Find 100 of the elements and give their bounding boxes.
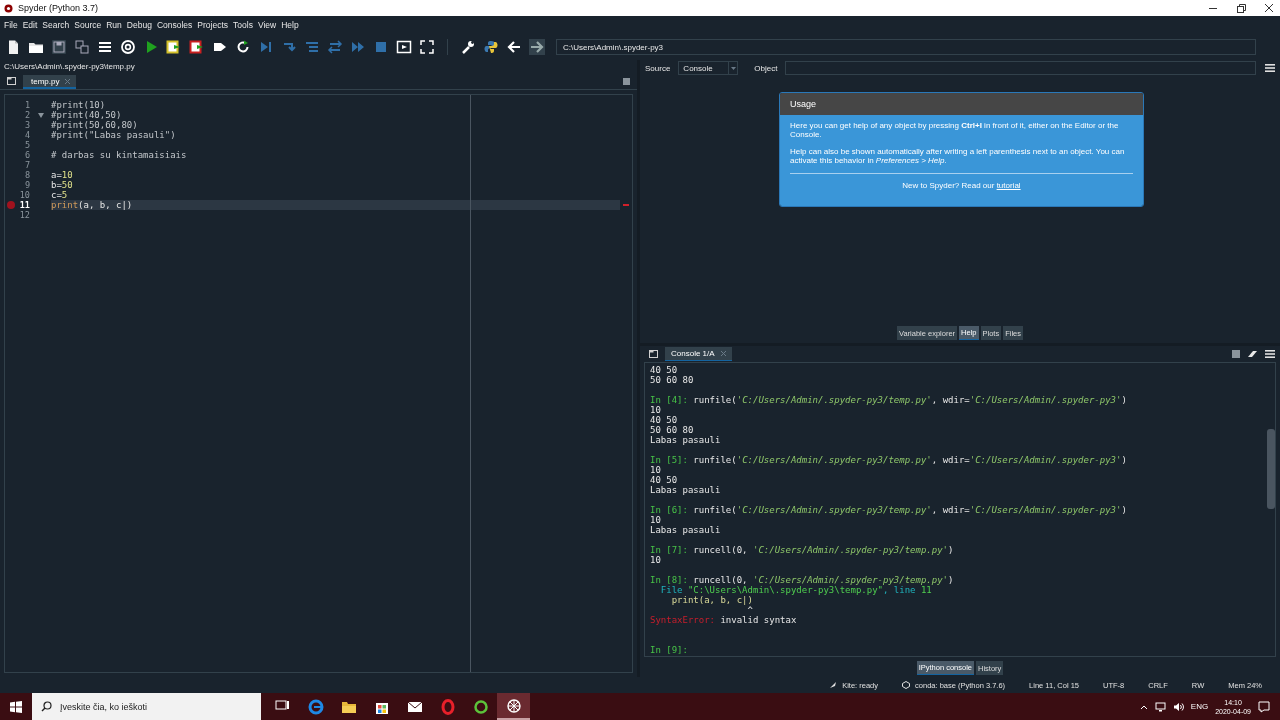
run-cell-icon[interactable] [166, 39, 182, 55]
console-line: 10 [650, 555, 661, 565]
source-label: Source [645, 63, 671, 73]
fullscreen-icon[interactable] [419, 39, 435, 55]
console-line: 40 50 [650, 365, 678, 375]
scrollbar-thumb[interactable] [1267, 429, 1275, 509]
console-line: Labas pasauli [650, 485, 721, 495]
code-line: #print(10) [51, 100, 106, 110]
console-line: 10 [650, 465, 661, 475]
eraser-icon[interactable] [1247, 349, 1258, 359]
list-icon[interactable] [97, 39, 113, 55]
circle-ring-icon[interactable] [472, 698, 489, 715]
breakpoint-marker-icon [623, 204, 629, 206]
debug-icon[interactable] [258, 39, 274, 55]
stop-icon[interactable] [1231, 349, 1241, 359]
help-text: Help can also be shown automatically after writing a left parenthesis next to an object. You can activate this behavior in Preferences > Help. [790, 147, 1126, 165]
back-arrow-icon[interactable] [506, 39, 522, 55]
python-icon[interactable] [483, 39, 499, 55]
menu-item[interactable]: Tools [233, 20, 253, 30]
maximize-pane-icon[interactable] [396, 39, 412, 55]
search-icon [41, 701, 52, 712]
fold-arrow-icon[interactable] [37, 112, 44, 118]
console-line: File "C:\Users\Admin\.spyder-py3\temp.py", line 11 [659, 585, 932, 595]
ring-icon[interactable] [439, 698, 456, 715]
feather-icon [829, 681, 838, 689]
help-text: New to Spyder? Read our tutorial [901, 181, 1022, 190]
run-cell-advance-icon[interactable] [189, 39, 205, 55]
code-line: b=50 [51, 180, 73, 190]
spider-icon[interactable] [505, 697, 522, 714]
menu-item[interactable]: View [257, 20, 277, 30]
object-label: Object [754, 63, 778, 73]
tab-list-icon[interactable] [6, 75, 17, 87]
menu-item[interactable]: Consoles [156, 20, 193, 30]
code-line: #print(40,50) [51, 110, 122, 120]
console-line: print(a, b, c|) [670, 595, 753, 605]
menu-icon[interactable] [1264, 348, 1276, 360]
code-line: c=5 [51, 190, 68, 200]
app-logo-icon [4, 3, 13, 13]
dropdown-arrow-icon[interactable] [728, 62, 738, 74]
at-sign-icon[interactable] [120, 39, 136, 55]
cube-icon [902, 681, 911, 689]
menu-item[interactable]: Run [106, 20, 122, 30]
language-indicator[interactable]: ENG [1190, 702, 1209, 711]
console-line: In [7]: runcell(0, 'C:/Users/Admin/.spyder-py3/temp.py') [650, 545, 954, 555]
console-line: 10 [650, 515, 661, 525]
volume-icon[interactable] [1172, 701, 1184, 712]
menu-item[interactable]: File [4, 20, 18, 30]
console-line: Labas pasauli [650, 435, 721, 445]
browser-icon[interactable] [307, 698, 324, 715]
menu-item[interactable]: Edit [22, 20, 38, 30]
forward-arrow-icon[interactable] [529, 39, 545, 55]
menu-icon[interactable] [1264, 62, 1276, 74]
menu-item[interactable]: Projects [197, 20, 229, 30]
console-line: 50 60 80 [650, 375, 694, 385]
caret-up-icon[interactable] [1139, 703, 1148, 710]
save-icon[interactable] [51, 39, 67, 55]
rerun-icon[interactable] [235, 39, 251, 55]
line-number: 9 [23, 180, 30, 190]
step-into-icon[interactable] [304, 39, 320, 55]
console-line: 50 60 80 [650, 425, 694, 435]
tab-list-icon[interactable] [648, 348, 659, 360]
console-line: 40 50 [650, 475, 678, 485]
console-line: SyntaxError: invalid syntax [650, 615, 797, 625]
object-field[interactable] [785, 61, 1256, 75]
menu-item[interactable]: Help [281, 20, 299, 30]
menu-item[interactable]: Search [42, 20, 70, 30]
console-line: In [8]: runcell(0, 'C:/Users/Admin/.spyder-py3/temp.py') [650, 575, 954, 585]
menu-item[interactable]: Debug [126, 20, 152, 30]
file-tab[interactable]: temp.py [23, 75, 77, 89]
console-line: In [6]: runfile('C:/Users/Admin/.spyder-py3/temp.py', wdir='C:/Users/Admin/.spyder-py3') [650, 505, 1127, 515]
line-number: 2 [23, 110, 30, 120]
line-number: 10 [18, 190, 30, 200]
line-number: 12 [18, 210, 30, 220]
maximize-icon[interactable] [1236, 3, 1246, 13]
close-icon[interactable] [1264, 3, 1274, 13]
code-line: print(a, b, c|) [51, 200, 133, 210]
stop-icon[interactable] [373, 39, 389, 55]
source-dropdown[interactable]: Console [678, 61, 739, 75]
console-tab[interactable]: Console 1/A [665, 347, 732, 361]
network-icon[interactable] [1154, 701, 1166, 712]
file-path: C:\Users\Admin\.spyder-py3\temp.py [4, 62, 135, 71]
console-line: In [9]: [650, 645, 688, 655]
window-title: Spyder (Python 3.7) [18, 3, 99, 13]
working-directory-field[interactable]: C:\Users\Admin\.spyder-py3 [556, 39, 1256, 55]
search-field[interactable]: Įveskite čia, ko ieškoti [32, 693, 261, 720]
step-out-icon[interactable] [327, 39, 343, 55]
continue-icon[interactable] [350, 39, 366, 55]
windows-logo-icon[interactable] [10, 700, 22, 713]
code-line: # darbas su kintamaisiais [51, 150, 187, 160]
line-number: 7 [23, 160, 30, 170]
line-number: 5 [23, 140, 30, 150]
menu-item[interactable]: Source [74, 20, 102, 30]
console-line: 10 [650, 405, 661, 415]
line-number: 6 [23, 150, 30, 160]
wrench-icon[interactable] [460, 39, 476, 55]
save-all-icon[interactable] [74, 39, 90, 55]
notification-icon[interactable] [1258, 700, 1270, 713]
options-icon[interactable] [622, 77, 631, 86]
line-number: 11 [18, 200, 30, 210]
line-number: 8 [23, 170, 30, 180]
